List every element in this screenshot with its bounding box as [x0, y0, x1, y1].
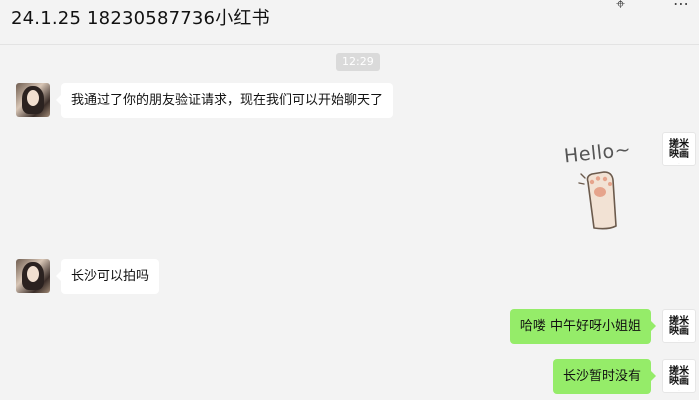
pin-icon[interactable]: ⌖: [616, 0, 625, 14]
header-icons: ⌖ ⋯: [616, 0, 689, 14]
avatar-logo-small: ·: [678, 161, 680, 165]
contact-avatar[interactable]: [16, 259, 50, 293]
avatar-logo-line2: 映画: [669, 326, 689, 337]
message-timestamp: 12:29: [336, 53, 380, 71]
self-avatar[interactable]: 搓米 映画 ·: [662, 309, 696, 343]
message-bubble[interactable]: 长沙可以拍吗: [55, 259, 160, 294]
avatar-face: [27, 266, 39, 282]
avatar-logo-small: ·: [678, 338, 680, 342]
more-icon[interactable]: ⋯: [673, 0, 689, 14]
avatar-face: [27, 90, 39, 106]
self-avatar[interactable]: 搓米 映画 ·: [662, 359, 696, 393]
hello-sticker[interactable]: Hello~: [558, 134, 638, 234]
message-bubble[interactable]: 我通过了你的朋友验证请求，现在我们可以开始聊天了: [55, 83, 394, 118]
avatar-logo-line2: 映画: [669, 149, 689, 160]
avatar-logo-small: ·: [678, 388, 680, 392]
message-bubble[interactable]: 长沙暂时没有: [552, 359, 657, 394]
contact-avatar[interactable]: [16, 83, 50, 117]
chat-title: 24.1.25 18230587736小红书: [11, 8, 270, 29]
avatar-logo-line2: 映画: [669, 376, 689, 387]
message-bubble[interactable]: 哈喽 中午好呀小姐姐: [509, 309, 657, 344]
cat-paw-icon: [578, 171, 617, 230]
chat-header: 24.1.25 18230587736小红书 ⌖ ⋯: [0, 0, 699, 45]
self-avatar[interactable]: 搓米 映画 ·: [662, 132, 696, 166]
